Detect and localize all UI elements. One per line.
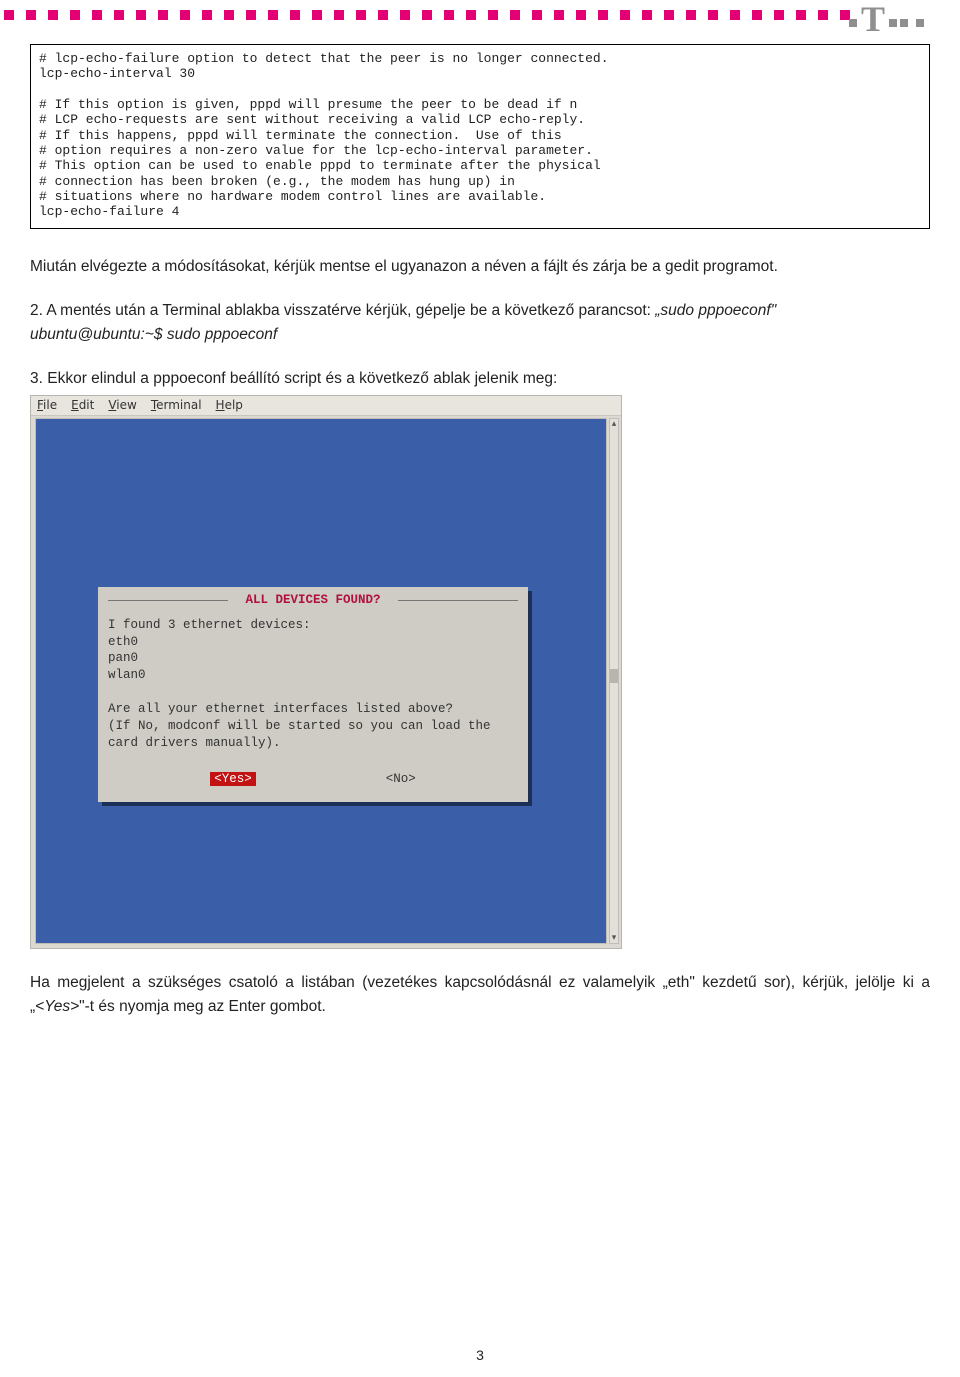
scroll-down-icon[interactable]: ▾	[610, 933, 618, 943]
page-number: 3	[0, 1347, 960, 1363]
menu-view[interactable]: View	[108, 398, 136, 412]
paragraph-1: Miután elvégezte a módosításokat, kérjük…	[30, 255, 930, 279]
menu-terminal[interactable]: Terminal	[151, 398, 202, 412]
yes-button[interactable]: <Yes>	[210, 772, 256, 786]
paragraph-3: 3. Ekkor elindul a pppoeconf beállító sc…	[30, 367, 930, 391]
paragraph-2: 2. A mentés után a Terminal ablakba viss…	[30, 299, 930, 347]
header-dots	[0, 10, 850, 20]
terminal-scrollbar[interactable]: ▴ ▾	[609, 418, 619, 944]
para2-command: „sudo pppoeconf"	[655, 302, 776, 319]
pppoeconf-dialog: ALL DEVICES FOUND? I found 3 ethernet de…	[98, 587, 528, 802]
terminal-window: File Edit View Terminal Help ALL DEVICES…	[30, 395, 622, 949]
menu-help[interactable]: Help	[216, 398, 243, 412]
dialog-body: I found 3 ethernet devices: eth0 pan0 wl…	[108, 617, 518, 752]
logo-dots-right	[900, 19, 924, 27]
para4-b: "-t és nyomja meg az Enter gombot.	[79, 998, 326, 1015]
dialog-buttons: <Yes> <No>	[108, 772, 518, 786]
para2-lead: 2. A mentés után a Terminal ablakba viss…	[30, 302, 655, 319]
dialog-title-row: ALL DEVICES FOUND?	[108, 593, 518, 607]
scroll-thumb[interactable]	[610, 669, 618, 683]
dialog-title: ALL DEVICES FOUND?	[245, 593, 380, 607]
paragraph-4: Ha megjelent a szükséges csatoló a listá…	[30, 971, 930, 1019]
scroll-up-icon[interactable]: ▴	[610, 419, 618, 429]
terminal-menubar: File Edit View Terminal Help	[31, 396, 621, 416]
brand-letter: T	[861, 0, 885, 39]
terminal-body: ALL DEVICES FOUND? I found 3 ethernet de…	[35, 418, 607, 944]
para2-prompt: ubuntu@ubuntu:~$ sudo pppoeconf	[30, 326, 277, 343]
code-box: # lcp-echo-failure option to detect that…	[30, 44, 930, 229]
para4-yes: <Yes>	[35, 998, 79, 1015]
t-logo: T	[861, 0, 924, 40]
no-button[interactable]: <No>	[386, 772, 416, 786]
menu-file[interactable]: File	[37, 398, 57, 412]
header-strip: T	[0, 0, 960, 34]
menu-edit[interactable]: Edit	[71, 398, 94, 412]
